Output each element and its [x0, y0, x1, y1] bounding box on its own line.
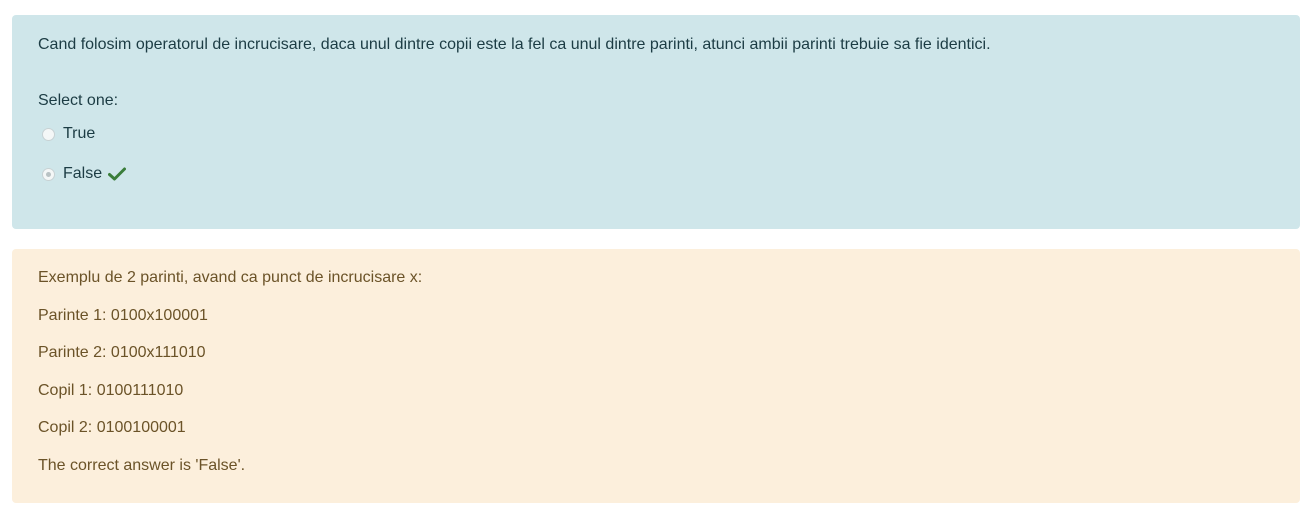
feedback-intro: Exemplu de 2 parinti, avand ca punct de …: [38, 269, 423, 286]
feedback-child-1: Copil 1: 0100111010: [38, 382, 184, 399]
feedback-parent-1: Parinte 1: 0100x100001: [38, 307, 208, 324]
option-true-label: True: [63, 125, 96, 142]
checkmark-icon: [108, 167, 127, 181]
select-one-prompt: Select one:: [38, 92, 119, 109]
correct-answer-text: The correct answer is 'False'.: [38, 457, 246, 474]
radio-false[interactable]: [42, 167, 55, 181]
feedback-parent-2: Parinte 2: 0100x111010: [38, 344, 206, 361]
question-text: Cand folosim operatorul de incrucisare, …: [38, 36, 991, 53]
feedback-panel: Exemplu de 2 parinti, avand ca punct de …: [12, 249, 1300, 503]
feedback-child-2: Copil 2: 0100100001: [38, 419, 186, 436]
radio-true[interactable]: [42, 127, 55, 141]
question-panel: Cand folosim operatorul de incrucisare, …: [12, 15, 1300, 229]
option-false-label: False: [63, 165, 103, 182]
option-false[interactable]: False: [42, 164, 127, 184]
option-true[interactable]: True: [42, 124, 95, 144]
